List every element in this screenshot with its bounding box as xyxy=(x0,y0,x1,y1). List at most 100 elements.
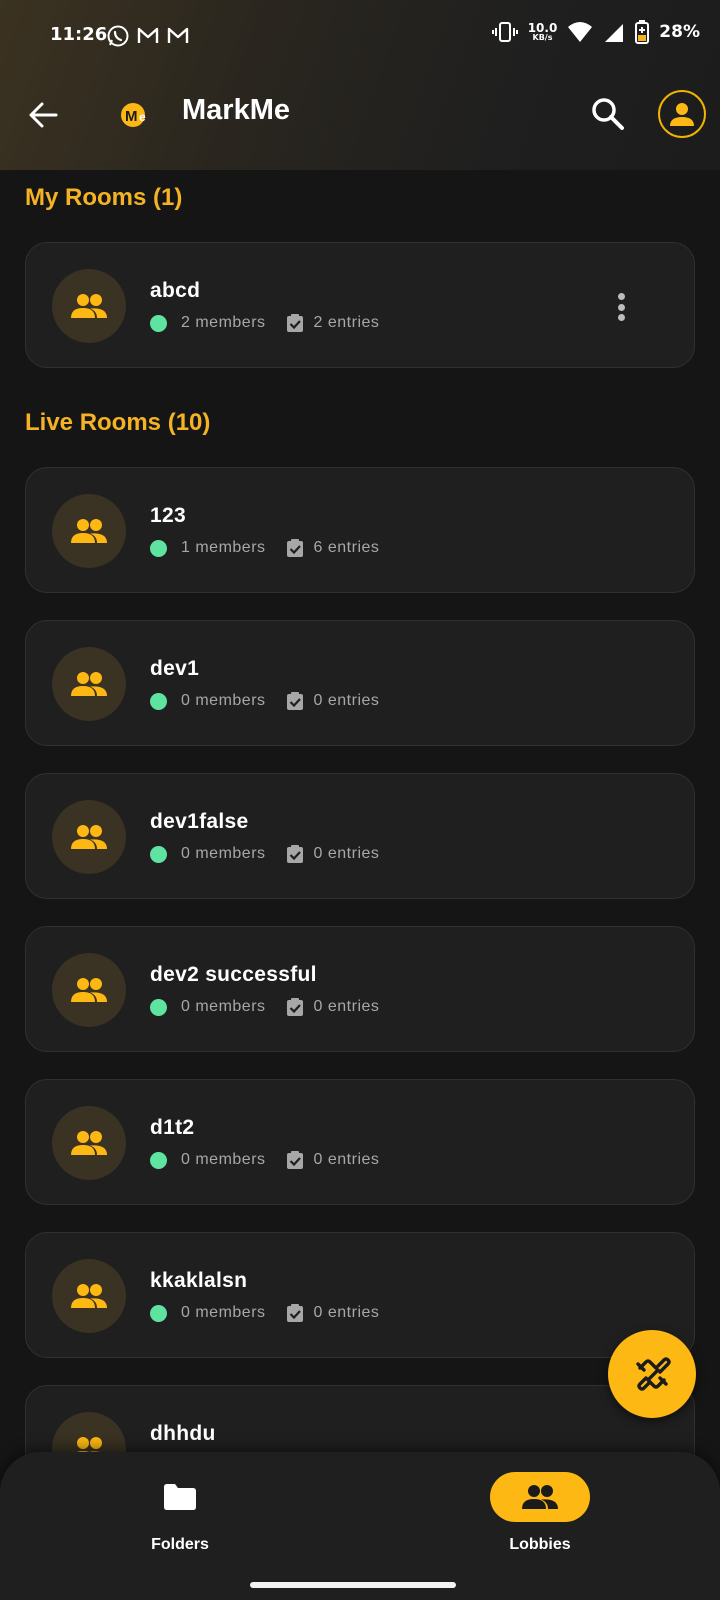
status-bar: 11:26 10.0 KB/s 28% xyxy=(0,0,720,70)
network-speed: 10.0 KB/s xyxy=(528,22,558,42)
entry-count: 0 entries xyxy=(313,1151,380,1168)
whatsapp-icon xyxy=(107,25,129,47)
room-card-kkaklalsn[interactable]: kkaklalsn 0 members 0 entries xyxy=(25,1232,695,1358)
entry-count: 0 entries xyxy=(313,692,380,709)
room-card-d1t2[interactable]: d1t2 0 members 0 entries xyxy=(25,1079,695,1205)
battery-icon xyxy=(635,20,650,44)
group-icon xyxy=(71,294,107,318)
room-name: dev1 xyxy=(150,657,200,680)
room-meta: 0 members 0 entries xyxy=(150,1150,379,1170)
group-icon xyxy=(71,519,107,543)
room-meta: 0 members 0 entries xyxy=(150,1303,379,1323)
room-meta: 0 members 0 entries xyxy=(150,997,379,1017)
member-count: 0 members xyxy=(181,1151,266,1168)
live-status-dot xyxy=(150,1151,167,1169)
room-name: kkaklalsn xyxy=(150,1269,248,1292)
clipboard-check-icon xyxy=(286,314,303,332)
person-icon xyxy=(670,103,694,126)
entry-count: 0 entries xyxy=(313,845,380,862)
clipboard-check-icon xyxy=(286,998,303,1016)
room-name: dev1false xyxy=(150,810,249,833)
app-bar: M e MarkMe xyxy=(0,80,720,150)
room-name: 123 xyxy=(150,504,186,527)
member-count: 0 members xyxy=(181,692,266,709)
room-name: d1t2 xyxy=(150,1116,195,1139)
live-status-dot xyxy=(150,314,167,332)
live-status-dot xyxy=(150,539,167,557)
clipboard-check-icon xyxy=(286,845,303,863)
entry-count: 0 entries xyxy=(313,1304,380,1321)
clipboard-check-icon xyxy=(286,1304,303,1322)
live-rooms-heading: Live Rooms (10) xyxy=(25,409,211,436)
group-icon xyxy=(71,672,107,696)
clipboard-check-icon xyxy=(286,692,303,710)
member-count: 0 members xyxy=(181,1304,266,1321)
cell-signal-icon xyxy=(605,24,624,42)
folder-icon xyxy=(164,1484,196,1510)
gmail-icon xyxy=(137,27,159,43)
room-avatar xyxy=(52,1259,126,1333)
arrow-left-icon[interactable] xyxy=(26,98,60,132)
net-speed-unit: KB/s xyxy=(532,33,553,42)
app-title: MarkMe xyxy=(182,94,290,126)
room-meta: 1 members 6 entries xyxy=(150,538,379,558)
room-card-123[interactable]: 123 1 members 6 entries xyxy=(25,467,695,593)
room-card-dev1false[interactable]: dev1false 0 members 0 entries xyxy=(25,773,695,899)
nav-lobbies[interactable]: Lobbies xyxy=(470,1472,610,1562)
nav-folders-label: Folders xyxy=(151,1536,209,1553)
nav-lobbies-label: Lobbies xyxy=(509,1536,571,1553)
room-avatar xyxy=(52,953,126,1027)
group-icon xyxy=(522,1485,558,1509)
profile-button[interactable] xyxy=(658,90,706,138)
room-avatar xyxy=(52,494,126,568)
room-card-dev2-successful[interactable]: dev2 successful 0 members 0 entries xyxy=(25,926,695,1052)
entry-count: 0 entries xyxy=(313,998,380,1015)
gmail-icon xyxy=(167,27,189,43)
room-avatar xyxy=(52,269,126,343)
svg-text:M: M xyxy=(125,108,138,125)
search-icon[interactable] xyxy=(590,96,626,132)
svg-text:e: e xyxy=(139,110,146,124)
member-count: 0 members xyxy=(181,998,266,1015)
nav-folders-icon-wrap xyxy=(130,1472,230,1522)
room-card-abcd[interactable]: abcd 2 members 2 entries xyxy=(25,242,695,368)
room-avatar xyxy=(52,647,126,721)
member-count: 2 members xyxy=(181,314,266,331)
entry-count: 2 entries xyxy=(313,314,380,331)
entry-count: 6 entries xyxy=(313,539,380,556)
member-count: 1 members xyxy=(181,539,266,556)
room-name: dhhdu xyxy=(150,1422,216,1445)
room-meta: 2 members 2 entries xyxy=(150,313,379,333)
my-rooms-heading: My Rooms (1) xyxy=(25,184,183,211)
group-icon xyxy=(71,1284,107,1308)
clipboard-check-icon xyxy=(286,539,303,557)
status-time: 11:26 xyxy=(50,24,108,45)
nav-lobbies-active-indicator xyxy=(490,1472,590,1522)
nav-folders[interactable]: Folders xyxy=(110,1472,250,1562)
link-icon xyxy=(636,1357,671,1391)
bottom-navigation: Folders Lobbies xyxy=(0,1452,720,1600)
more-options-icon[interactable] xyxy=(616,293,626,321)
notification-icons xyxy=(106,24,190,48)
room-avatar xyxy=(52,1106,126,1180)
live-status-dot xyxy=(150,998,167,1016)
battery-percent: 28% xyxy=(659,22,700,42)
live-status-dot xyxy=(150,692,167,710)
live-status-dot xyxy=(150,845,167,863)
home-indicator[interactable] xyxy=(250,1582,456,1588)
group-icon xyxy=(71,825,107,849)
join-room-fab[interactable] xyxy=(608,1330,696,1418)
vibrate-icon xyxy=(491,22,518,42)
room-avatar xyxy=(52,800,126,874)
wifi-icon xyxy=(568,22,593,42)
room-card-dev1[interactable]: dev1 0 members 0 entries xyxy=(25,620,695,746)
room-meta: 0 members 0 entries xyxy=(150,844,379,864)
room-name: abcd xyxy=(150,279,201,302)
room-name: dev2 successful xyxy=(150,963,317,986)
app-logo: M e xyxy=(121,103,146,127)
group-icon xyxy=(71,978,107,1002)
clipboard-check-icon xyxy=(286,1151,303,1169)
room-meta: 0 members 0 entries xyxy=(150,691,379,711)
live-status-dot xyxy=(150,1304,167,1322)
member-count: 0 members xyxy=(181,845,266,862)
